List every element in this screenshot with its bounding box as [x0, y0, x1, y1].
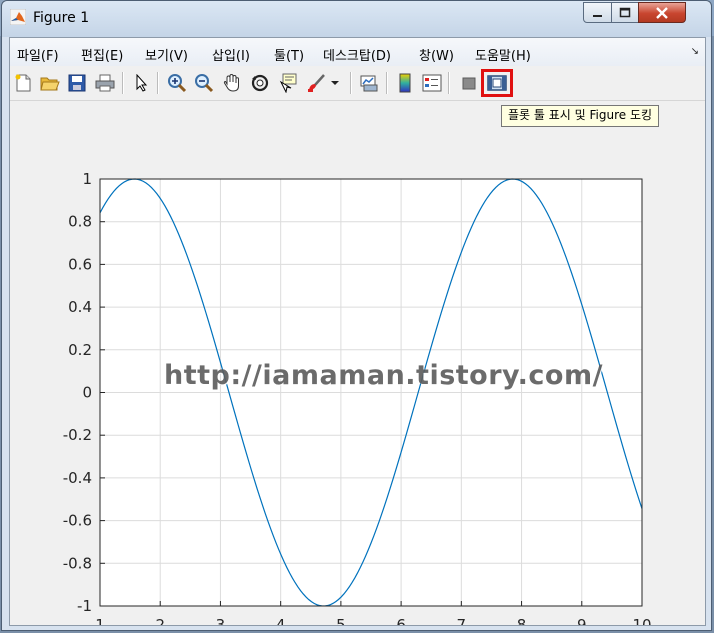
zoom-in-button[interactable] [166, 72, 188, 94]
toolbar-separator [386, 72, 388, 94]
dock-arrow-icon[interactable]: ↘ [691, 46, 699, 57]
minimize-icon [592, 14, 602, 17]
watermark-text: http://iamaman.tistory.com/ [164, 360, 603, 391]
legend-button[interactable] [421, 72, 443, 94]
figure-toolbar [10, 66, 705, 101]
y-tick-label: 0.6 [68, 255, 92, 273]
x-tick-label: 3 [216, 616, 226, 625]
toolbar-separator [350, 72, 352, 94]
x-tick-label: 6 [396, 616, 406, 625]
y-tick-label: -0.4 [63, 469, 92, 487]
x-tick-label: 1 [95, 616, 105, 625]
zoom-out-icon [195, 74, 214, 93]
y-tick-label: -0.2 [63, 426, 92, 444]
show-plot-tools-dock-icon [487, 75, 507, 91]
y-tick-label: 0 [82, 384, 92, 402]
y-tick-label: -0.6 [63, 512, 92, 530]
menu-edit[interactable]: 편집(E) [81, 45, 123, 64]
new-figure-button[interactable] [12, 72, 34, 94]
save-icon [68, 74, 86, 92]
window-title: Figure 1 [33, 10, 90, 26]
minimize-button[interactable] [583, 2, 612, 23]
toolbar-separator [122, 72, 124, 94]
title-bar[interactable]: Figure 1 [2, 1, 711, 37]
maximize-icon [619, 7, 631, 18]
brush-icon [308, 74, 325, 92]
rotate-3d-icon [251, 74, 269, 92]
menu-window[interactable]: 창(W) [419, 45, 454, 64]
toolbar-separator [157, 72, 159, 94]
open-file-button[interactable] [39, 72, 61, 94]
brush-button[interactable] [305, 72, 327, 94]
matlab-icon [10, 9, 26, 25]
menu-bar: 파일(F) 편집(E) 보기(V) 삽입(I) 툴(T) 데스크탑(D) 창(W… [10, 38, 705, 66]
menu-help[interactable]: 도움말(H) [475, 45, 531, 64]
pan-hand-icon [223, 73, 239, 92]
brush-dropdown-icon [331, 81, 339, 85]
menu-tools[interactable]: 툴(T) [274, 45, 304, 64]
menu-file[interactable]: 파일(F) [17, 45, 59, 64]
y-tick-label: 0.8 [68, 213, 92, 231]
toolbar-separator [448, 72, 450, 94]
colorbar-button[interactable] [394, 72, 416, 94]
x-tick-label: 5 [336, 616, 346, 625]
edit-plot-arrow-icon [136, 74, 148, 92]
link-plot-icon [360, 75, 378, 92]
brush-dropdown-button[interactable] [329, 72, 341, 94]
figure-client-area: 파일(F) 편집(E) 보기(V) 삽입(I) 툴(T) 데스크탑(D) 창(W… [9, 37, 706, 626]
x-tick-label: 8 [517, 616, 527, 625]
y-tick-label: 0.2 [68, 341, 92, 359]
data-cursor-button[interactable] [277, 72, 299, 94]
zoom-in-icon [168, 74, 187, 93]
new-figure-icon [15, 74, 31, 92]
data-cursor-icon [279, 73, 297, 93]
x-tick-label: 10 [632, 616, 651, 625]
print-button[interactable] [94, 72, 116, 94]
pan-button[interactable] [221, 72, 243, 94]
hide-plot-tools-icon [462, 77, 476, 90]
link-plot-button[interactable] [358, 72, 380, 94]
close-icon [656, 6, 668, 19]
edit-plot-button[interactable] [131, 72, 153, 94]
y-tick-label: -0.8 [63, 554, 92, 572]
legend-icon [422, 74, 442, 92]
y-tick-label: -1 [77, 597, 92, 615]
maximize-button[interactable] [611, 2, 639, 23]
open-file-icon [40, 77, 60, 91]
zoom-out-button[interactable] [193, 72, 215, 94]
show-plot-tools-dock-button[interactable] [481, 69, 513, 97]
menu-view[interactable]: 보기(V) [145, 45, 188, 64]
rotate-3d-button[interactable] [249, 72, 271, 94]
print-icon [95, 74, 115, 92]
figure-window: Figure 1 파일(F) 편집(E) 보기(V) 삽입(I) 툴(T) 데스… [1, 0, 712, 631]
x-tick-label: 4 [276, 616, 286, 625]
x-tick-label: 9 [577, 616, 587, 625]
y-tick-label: 0.4 [68, 298, 92, 316]
colorbar-icon [399, 73, 411, 93]
x-tick-label: 2 [155, 616, 165, 625]
toolbar-tooltip: 플롯 툴 표시 및 Figure 도킹 [501, 105, 660, 127]
menu-insert[interactable]: 삽입(I) [212, 45, 250, 64]
figure-canvas[interactable]: 1 2 3 4 5 6 7 8 9 10 1 0.8 0.6 0.4 0.2 0 -0.2 -0.4 -0.6 -0.… [10, 101, 705, 625]
save-button[interactable] [66, 72, 88, 94]
menu-desktop[interactable]: 데스크탑(D) [323, 45, 391, 64]
y-tick-label: 1 [82, 170, 92, 188]
hide-plot-tools-button[interactable] [458, 72, 480, 94]
x-tick-label: 7 [457, 616, 467, 625]
close-button[interactable] [638, 2, 686, 23]
